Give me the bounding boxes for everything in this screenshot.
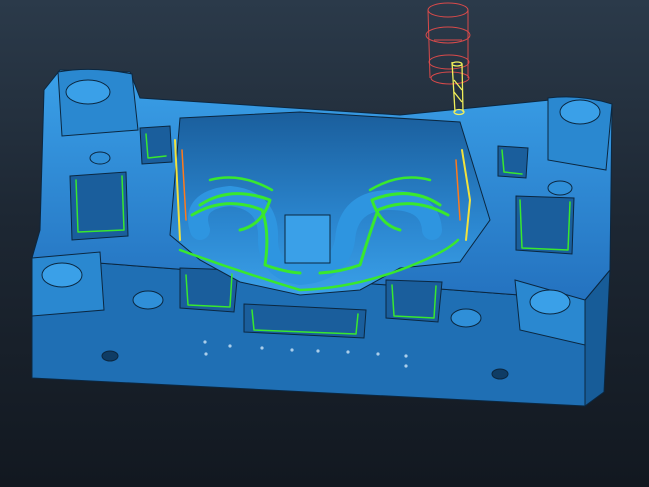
- mold-model-scene[interactable]: [0, 0, 649, 487]
- cad-3d-viewport[interactable]: [0, 0, 649, 487]
- end-mill-cutter-icon: [425, 2, 471, 116]
